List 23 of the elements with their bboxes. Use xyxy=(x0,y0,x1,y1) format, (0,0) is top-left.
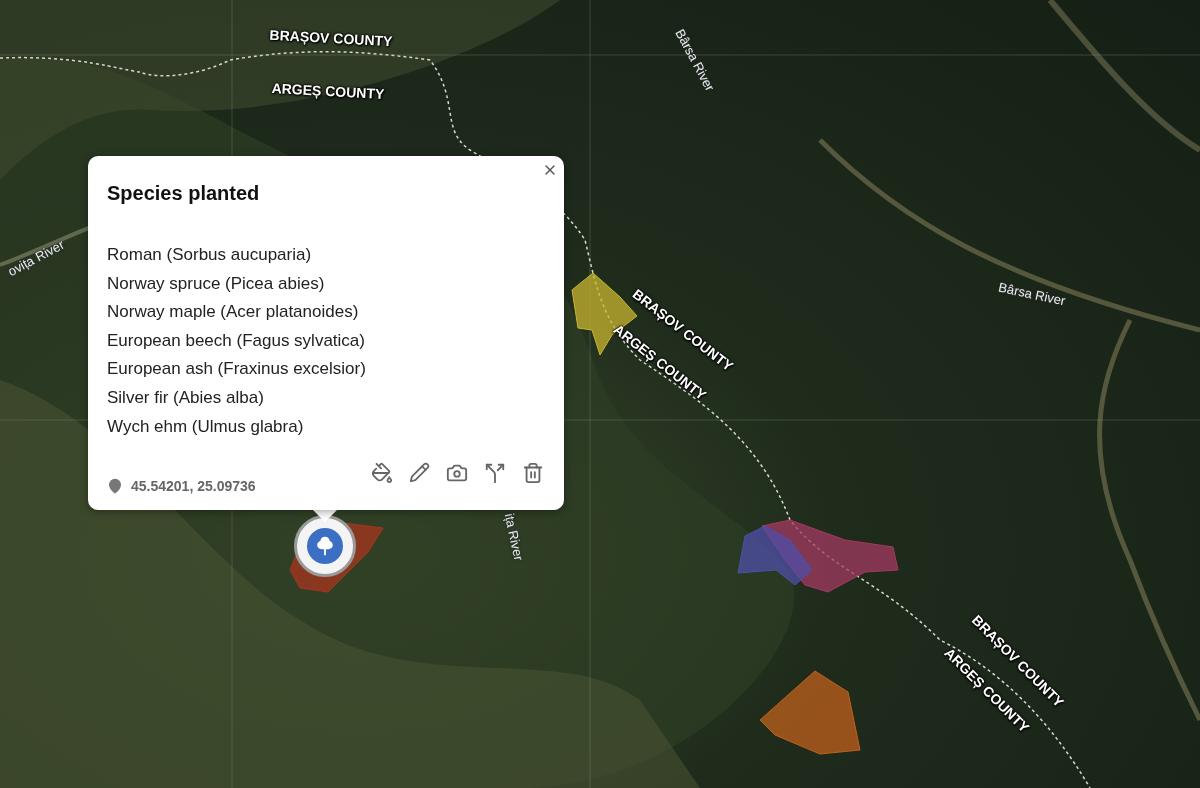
satellite-map[interactable] xyxy=(0,0,1200,788)
species-item: Wych ehm (Ulmus glabra) xyxy=(107,415,305,438)
river-label: ovița River xyxy=(5,236,67,280)
tree-icon xyxy=(314,535,336,557)
species-item: Silver fir (Abies alba) xyxy=(107,386,265,409)
species-item: European beech (Fagus sylvatica) xyxy=(107,329,366,352)
river-label: Bârsa River xyxy=(997,279,1067,309)
popup-title: Species planted xyxy=(107,182,261,205)
species-item: Roman (Sorbus aucuparia) xyxy=(107,244,313,266)
river-label: Bârsa River xyxy=(672,26,718,94)
camera-button[interactable] xyxy=(446,462,468,484)
species-item: Norway spruce (Picea abies) xyxy=(107,272,326,295)
edit-button[interactable] xyxy=(409,462,430,484)
delete-button[interactable] xyxy=(522,462,544,484)
style-button[interactable] xyxy=(371,462,393,484)
species-item: Norway maple (Acer platanoides) xyxy=(107,301,360,324)
county-label: BRAȘOV COUNTY xyxy=(269,26,393,50)
coordinates-text: 45.54201, 25.09736 xyxy=(131,478,256,494)
river-label: ița River xyxy=(501,512,527,562)
species-item: European ash (Fraxinus excelsior) xyxy=(107,358,367,381)
county-label: ARGEȘ COUNTY xyxy=(271,80,385,102)
directions-button[interactable] xyxy=(484,462,506,484)
location-pin-icon xyxy=(107,478,123,494)
